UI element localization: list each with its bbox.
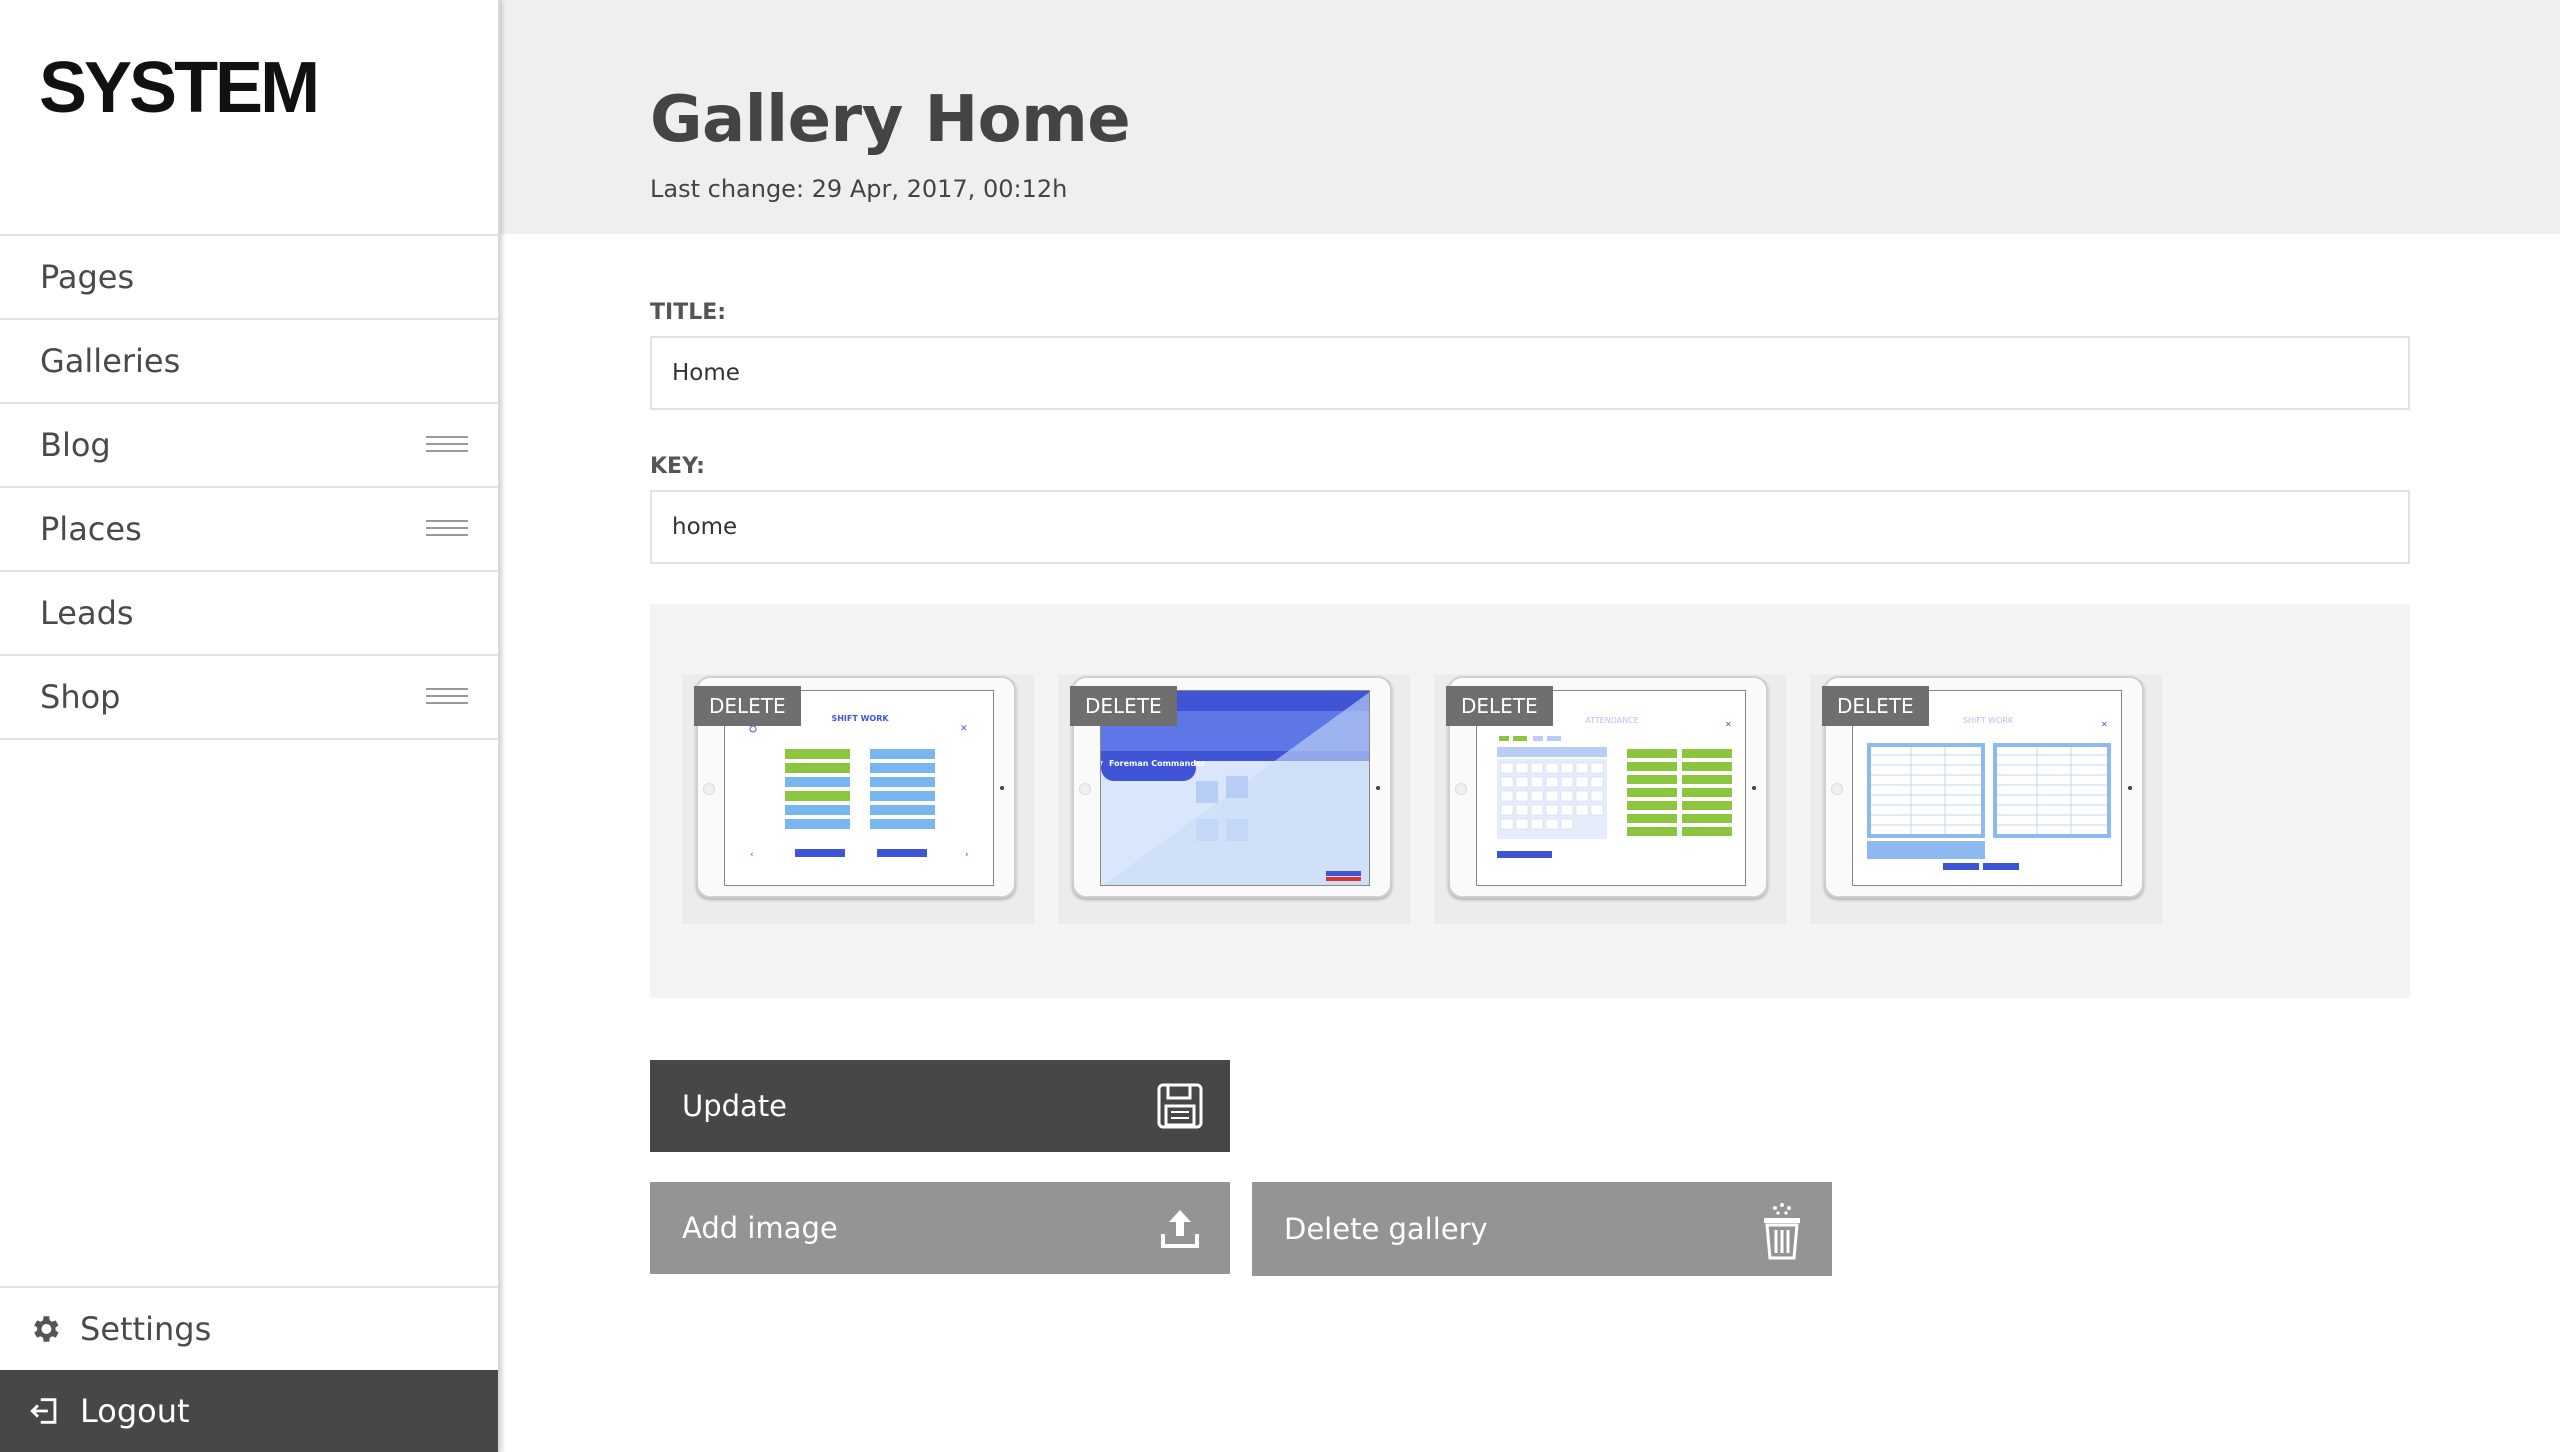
logout-button[interactable]: Logout	[0, 1370, 498, 1452]
sidebar-nav: Pages Galleries Blog Places Leads Shop	[0, 234, 498, 740]
add-image-button-label: Add image	[682, 1211, 838, 1245]
logout-label: Logout	[80, 1392, 190, 1430]
sidebar-item-label: Galleries	[40, 342, 181, 380]
gallery-image[interactable]: DELETE Foreman Commander	[1058, 674, 1410, 924]
svg-text:✕: ✕	[2101, 720, 2108, 729]
sidebar-item-pages[interactable]: Pages	[0, 236, 498, 320]
add-image-button[interactable]: Add image	[650, 1182, 1230, 1274]
sidebar-item-blog[interactable]: Blog	[0, 404, 498, 488]
update-button-label: Update	[682, 1089, 788, 1123]
page-header: Gallery Home Last change: 29 Apr, 2017, …	[500, 0, 2560, 234]
svg-text:‹: ‹	[750, 850, 754, 860]
gallery-image[interactable]: DELETE ATTENDANCE ✕	[1434, 674, 1786, 924]
svg-text:›: ›	[965, 850, 969, 860]
sidebar-item-places[interactable]: Places	[0, 488, 498, 572]
delete-image-button[interactable]: DELETE	[1070, 686, 1177, 726]
sidebar-item-label: Shop	[40, 678, 121, 716]
settings-label: Settings	[80, 1310, 212, 1348]
logo[interactable]: SYSTEM	[39, 52, 320, 124]
gallery-panel: DELETE SHIFT WORK ✕ ‹ › DELETE Foreman C…	[650, 604, 2410, 998]
sidebar-item-label: Blog	[40, 426, 111, 464]
update-button[interactable]: Update	[650, 1060, 1230, 1152]
screen-title: SHIFT WORK	[1963, 716, 2014, 725]
logout-icon	[30, 1398, 57, 1424]
gallery-image[interactable]: DELETE SHIFT WORK ✕	[1810, 674, 2162, 924]
gear-icon	[34, 1316, 59, 1342]
delete-image-button[interactable]: DELETE	[694, 686, 801, 726]
title-label: TITLE:	[650, 300, 727, 325]
key-label: KEY:	[650, 454, 705, 479]
screen-title: SHIFT WORK	[831, 714, 889, 723]
hamburger-icon[interactable]	[426, 436, 468, 454]
sidebar-item-label: Places	[40, 510, 142, 548]
floppy-disk-icon	[1157, 1083, 1203, 1129]
title-input[interactable]	[650, 336, 2410, 410]
sidebar: SYSTEM Pages Galleries Blog Places Leads…	[0, 0, 500, 1452]
sidebar-item-shop[interactable]: Shop	[0, 656, 498, 740]
delete-gallery-button[interactable]: Delete gallery	[1252, 1182, 1832, 1276]
svg-text:✕: ✕	[1725, 720, 1732, 729]
screen-title: ATTENDANCE	[1585, 716, 1639, 725]
delete-image-button[interactable]: DELETE	[1822, 686, 1929, 726]
sidebar-item-leads[interactable]: Leads	[0, 572, 498, 656]
last-change-text: Last change: 29 Apr, 2017, 00:12h	[650, 175, 1068, 203]
svg-text:✕: ✕	[960, 724, 968, 734]
settings-link[interactable]: Settings	[0, 1286, 498, 1370]
sidebar-item-galleries[interactable]: Galleries	[0, 320, 498, 404]
key-input[interactable]	[650, 490, 2410, 564]
screen-title: Foreman Commander	[1109, 759, 1206, 768]
delete-image-button[interactable]: DELETE	[1446, 686, 1553, 726]
sidebar-item-label: Leads	[40, 594, 134, 632]
hamburger-icon[interactable]	[426, 520, 468, 538]
delete-gallery-button-label: Delete gallery	[1284, 1212, 1488, 1246]
page-title: Gallery Home	[650, 83, 1131, 157]
hamburger-icon[interactable]	[426, 688, 468, 706]
sidebar-item-label: Pages	[40, 258, 135, 296]
trash-icon	[1764, 1203, 1800, 1260]
sidebar-bottom: Settings Logout	[0, 1286, 498, 1452]
gallery-image[interactable]: DELETE SHIFT WORK ✕ ‹ ›	[682, 674, 1034, 924]
upload-icon	[1161, 1210, 1199, 1248]
